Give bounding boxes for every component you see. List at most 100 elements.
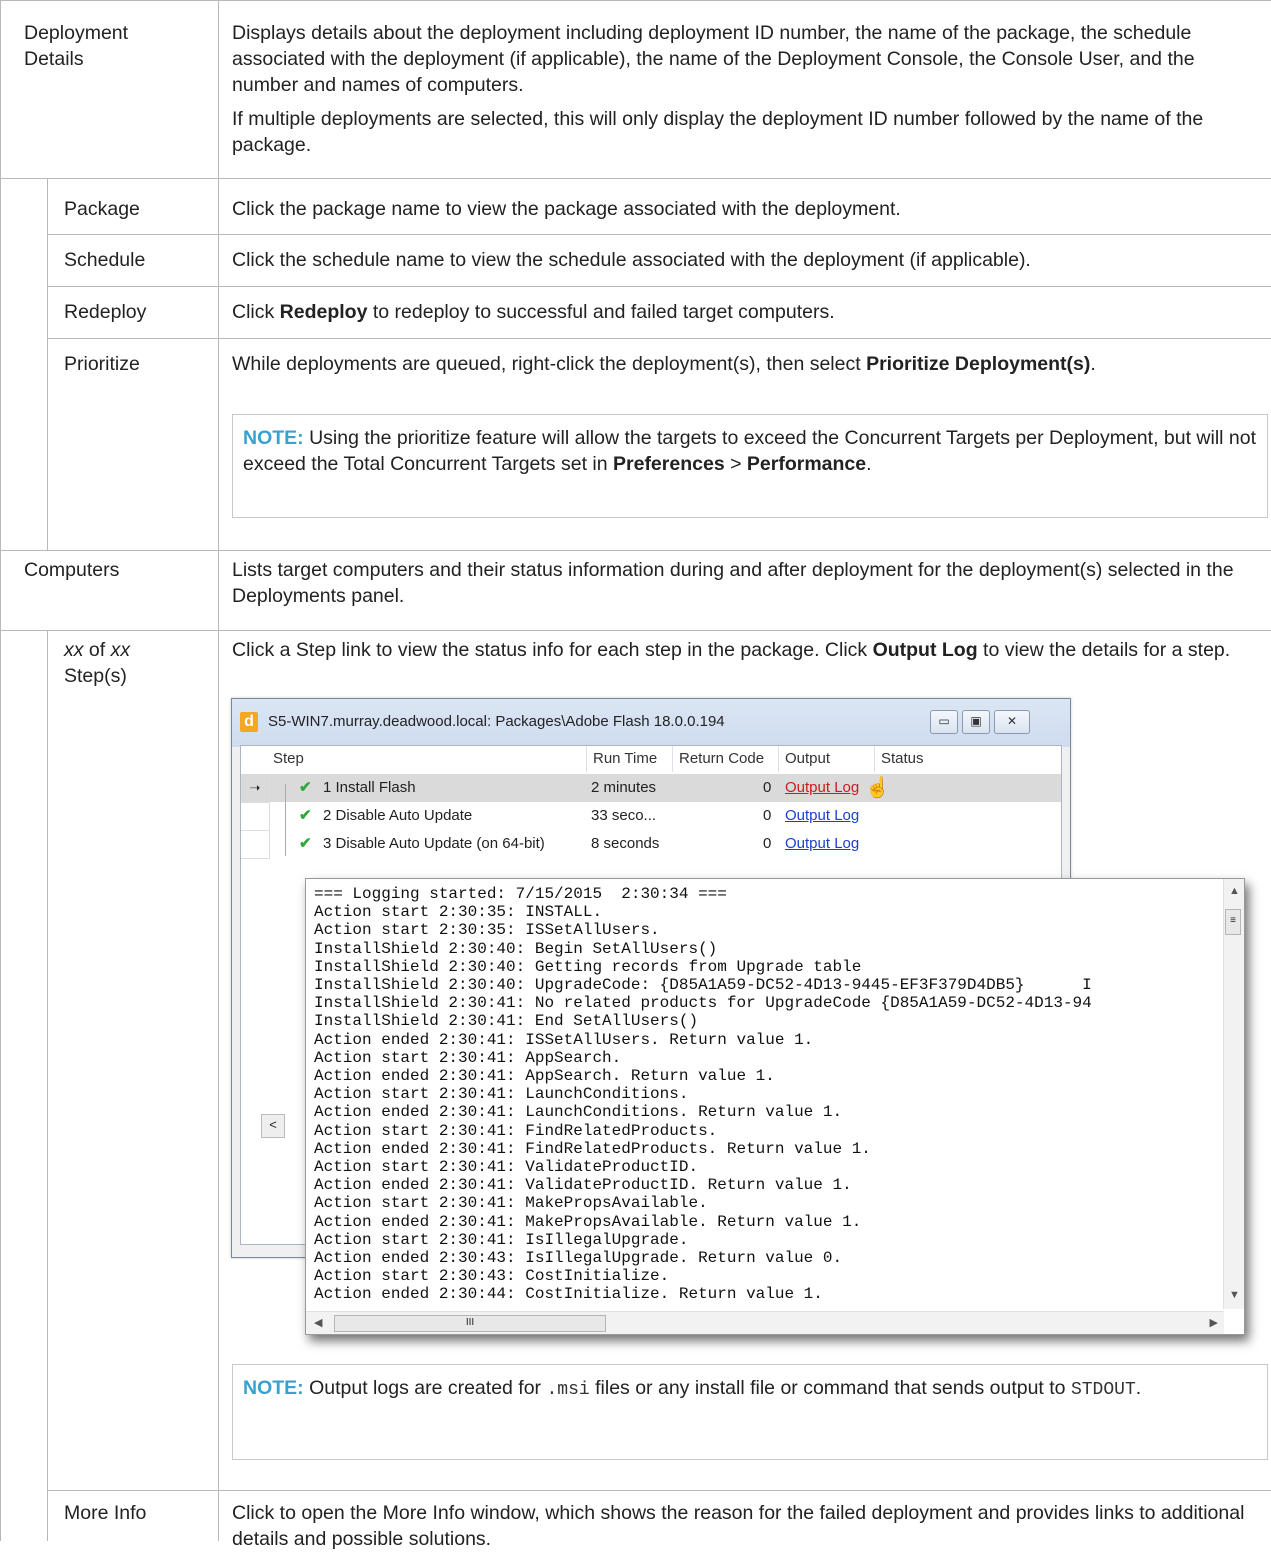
log-line: Action start 2:30:41: FindRelatedProduct… [314, 1121, 718, 1140]
row-divider [0, 550, 1271, 551]
code-stdout: STDOUT [1070, 1380, 1136, 1400]
horizontal-scrollbar[interactable]: ◀ III ▶ [306, 1311, 1224, 1334]
step-return-code: 0 [763, 835, 772, 852]
row-divider [0, 178, 1271, 179]
scroll-left-icon[interactable]: ◀ [314, 1316, 322, 1329]
note-text: . [866, 453, 872, 475]
package-description: Click the package name to view the packa… [232, 198, 901, 220]
row-label-prioritize: Prioritize [64, 353, 140, 375]
step-name: 1 Install Flash [323, 779, 416, 796]
log-line: InstallShield 2:30:41: No related produc… [314, 994, 1092, 1013]
deployment-details-description: Displays details about the deployment in… [232, 20, 1252, 166]
vertical-scrollbar[interactable]: ▲ ≡ ▼ [1223, 879, 1244, 1309]
text: Click a Step link to view the status inf… [232, 639, 873, 661]
row-label-computers: Computers [24, 559, 120, 581]
step-run-time: 8 seconds [591, 835, 660, 852]
maximize-icon[interactable]: ▣ [962, 710, 990, 734]
prioritize-term: Prioritize Deployment(s) [866, 353, 1091, 375]
row-header-cell [241, 802, 270, 831]
row-header-cell [241, 830, 270, 859]
text: . [1090, 353, 1096, 375]
log-line: Action start 2:30:41: AppSearch. [314, 1048, 622, 1067]
log-line: InstallShield 2:30:40: UpgradeCode: {D85… [314, 976, 1092, 995]
current-row-arrow-icon: ➝ [241, 774, 270, 803]
column-header-step[interactable]: Step [267, 746, 587, 772]
paragraph: If multiple deployments are selected, th… [232, 108, 1204, 156]
text: While deployments are queued, right-clic… [232, 353, 867, 375]
app-logo-icon: d [240, 712, 258, 732]
output-log-term: Output Log [872, 639, 978, 661]
note-term: Performance [746, 453, 867, 475]
note-text: > [724, 453, 747, 475]
minimize-icon[interactable]: ▭ [930, 710, 958, 734]
table-row[interactable]: ✔ 3 Disable Auto Update (on 64-bit) 8 se… [241, 830, 1061, 859]
column-header-return-code[interactable]: Return Code [673, 746, 779, 772]
success-check-icon: ✔ [299, 779, 312, 796]
column-header-run-time[interactable]: Run Time [587, 746, 673, 772]
redeploy-description: Click Redeploy to redeploy to successful… [232, 299, 1262, 325]
label-line: xx of xx [64, 637, 130, 663]
table-row[interactable]: ➝ ✔ 1 Install Flash 2 minutes 0 Output L… [241, 774, 1061, 803]
text: to redeploy to successful and failed tar… [367, 301, 835, 323]
scrollbar-thumb[interactable]: ≡ [1225, 909, 1241, 935]
table-row[interactable]: ✔ 2 Disable Auto Update 33 seco... 0 Out… [241, 802, 1061, 831]
label-line: Deployment [24, 22, 129, 44]
row-label-more-info: More Info [64, 1502, 147, 1524]
text: to view the details for a step. [977, 639, 1231, 661]
log-line: InstallShield 2:30:41: End SetAllUsers() [314, 1012, 699, 1031]
table-border-left [0, 0, 1, 1541]
log-line: Action ended 2:30:41: LaunchConditions. … [314, 1103, 843, 1122]
placeholder: xx [64, 639, 84, 661]
window-titlebar: d S5-WIN7.murray.deadwood.local: Package… [232, 699, 1070, 747]
output-log-link[interactable]: Output Log [785, 830, 859, 858]
output-log-note: NOTE: Output logs are created for .msi f… [232, 1364, 1268, 1460]
step-run-time: 2 minutes [591, 779, 657, 796]
text: of [83, 639, 111, 661]
redeploy-term: Redeploy [279, 301, 368, 323]
note-text: Output logs are created for [303, 1377, 547, 1399]
log-line: Action ended 2:30:44: CostInitialize. Re… [314, 1285, 823, 1304]
steps-description: Click a Step link to view the status inf… [232, 637, 1262, 663]
log-line: === Logging started: 7/15/2015 2:30:34 =… [314, 885, 727, 903]
scroll-up-icon[interactable]: ▲ [1229, 885, 1240, 897]
indent-divider [47, 630, 48, 1541]
note-label: NOTE: [243, 1377, 304, 1399]
log-line: InstallShield 2:30:40: Getting records f… [314, 957, 862, 976]
log-line: Action start 2:30:43: CostInitialize. [314, 1267, 670, 1286]
note-label: NOTE: [243, 427, 304, 449]
label-line: Step(s) [64, 665, 127, 687]
row-label-schedule: Schedule [64, 249, 146, 271]
log-line: Action start 2:30:41: IsIllegalUpgrade. [314, 1230, 689, 1249]
placeholder: xx [110, 639, 131, 661]
log-line: Action start 2:30:35: ISSetAllUsers. [314, 921, 660, 940]
close-icon[interactable]: ✕ [994, 710, 1030, 734]
log-line: Action ended 2:30:41: FindRelatedProduct… [314, 1139, 871, 1158]
column-header-status[interactable]: Status [875, 746, 1055, 772]
row-label-package: Package [64, 198, 140, 220]
scrollbar-thumb[interactable]: III [334, 1315, 606, 1332]
paragraph: Displays details about the deployment in… [232, 22, 1195, 96]
log-line: Action ended 2:30:41: ISSetAllUsers. Ret… [314, 1030, 814, 1049]
log-text: === Logging started: 7/15/2015 2:30:34 =… [314, 885, 1092, 1304]
column-divider [218, 0, 219, 1541]
note-term: Preferences [613, 453, 725, 475]
code-msi: .msi [546, 1380, 590, 1400]
window-title: S5-WIN7.murray.deadwood.local: Packages\… [268, 713, 725, 730]
row-divider [47, 1490, 1271, 1491]
step-return-code: 0 [763, 807, 772, 824]
output-log-link[interactable]: Output Log [785, 774, 859, 802]
scroll-right-icon[interactable]: ▶ [1210, 1316, 1218, 1329]
log-line: Action start 2:30:41: LaunchConditions. [314, 1085, 689, 1104]
prioritize-description: While deployments are queued, right-clic… [232, 351, 1252, 377]
table-border-top [0, 0, 1271, 1]
row-divider [0, 630, 1271, 631]
output-log-link[interactable]: Output Log [785, 802, 859, 830]
log-line: Action start 2:30:41: ValidateProductID. [314, 1158, 699, 1177]
log-line: Action ended 2:30:41: MakePropsAvailable… [314, 1212, 862, 1231]
text: Click [232, 301, 280, 323]
column-header-output[interactable]: Output [779, 746, 875, 772]
scroll-left-icon[interactable]: < [261, 1114, 285, 1138]
scroll-down-icon[interactable]: ▼ [1229, 1289, 1240, 1301]
step-run-time: 33 seco... [591, 807, 657, 824]
computers-description: Lists target computers and their status … [232, 559, 1234, 607]
